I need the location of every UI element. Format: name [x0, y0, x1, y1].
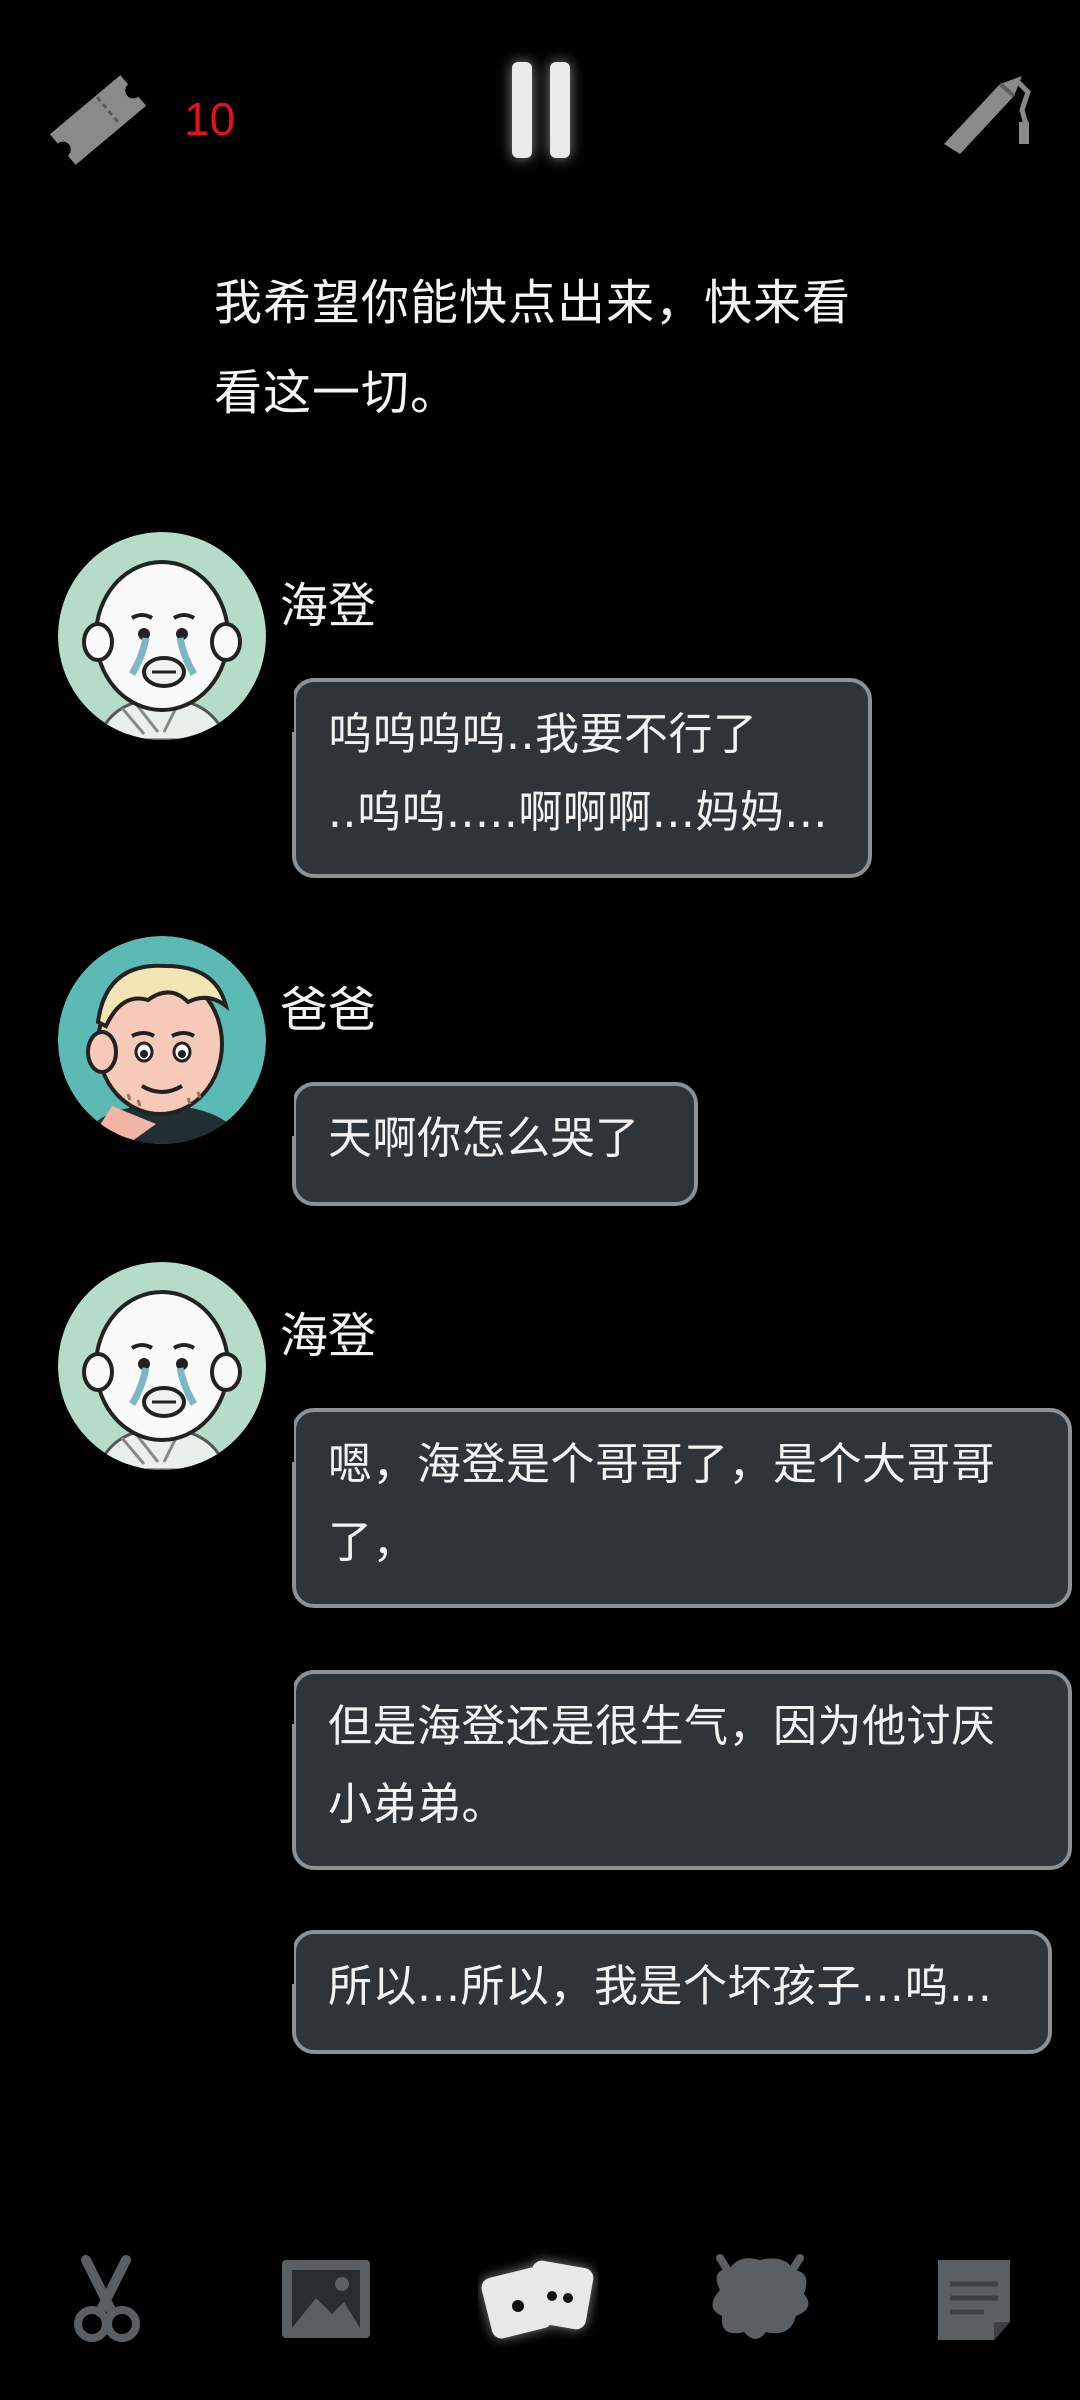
pause-icon [512, 62, 532, 158]
message-bubble[interactable]: 所以...所以，我是个坏孩子...呜... [286, 1930, 1052, 2054]
narration-text: 我希望你能快点出来，快来看 看这一切。 [214, 258, 934, 438]
message-bubble[interactable]: 但是海登还是很生气，因为他讨厌 小弟弟。 [286, 1670, 1072, 1870]
avatar-haideng[interactable] [58, 532, 266, 740]
bottom-nav [0, 2240, 1080, 2360]
pause-button[interactable] [506, 62, 576, 158]
narration-line: 我希望你能快点出来，快来看 [214, 275, 852, 331]
chat-cards-icon [481, 2260, 594, 2339]
speaker-name: 海登 [280, 578, 377, 634]
message-line: 小弟弟。 [328, 1779, 506, 1830]
nav-scissors[interactable] [46, 2240, 166, 2360]
ticket-icon[interactable] [38, 60, 158, 180]
avatar-haideng[interactable] [58, 1262, 266, 1470]
nav-chat-cards[interactable] [478, 2240, 598, 2360]
ticket-count: 10 [184, 93, 236, 145]
message-line: 所以...所以，我是个坏孩子...呜... [328, 1961, 993, 2012]
narration-line: 看这一切。 [214, 365, 460, 421]
message-line: ..呜呜.....啊啊啊...妈妈... [328, 787, 828, 838]
message-line: 了， [328, 1517, 417, 1568]
game-screen: 10 我希望你能快点出来，快来看 看这一切。 海登 呜呜呜呜..我要不行了 ..… [0, 0, 1080, 2400]
nav-creature[interactable] [700, 2240, 820, 2360]
speaker-name: 爸爸 [280, 982, 377, 1038]
gallery-icon [282, 2260, 370, 2338]
document-icon [938, 2260, 1010, 2340]
scissors-icon [74, 2255, 140, 2342]
creature-icon [712, 2254, 809, 2339]
avatar-dad[interactable] [58, 936, 266, 1144]
tool-icon[interactable] [930, 66, 1040, 176]
speaker-name: 海登 [280, 1308, 377, 1364]
message-line: 天啊你怎么哭了 [328, 1113, 640, 1164]
message-bubble[interactable]: 天啊你怎么哭了 [286, 1082, 698, 1206]
message-bubble[interactable]: 呜呜呜呜..我要不行了 ..呜呜.....啊啊啊...妈妈... [286, 678, 872, 878]
message-line: 呜呜呜呜..我要不行了 [328, 709, 758, 760]
message-line: 嗯，海登是个哥哥了，是个大哥哥 [328, 1439, 996, 1490]
nav-gallery[interactable] [266, 2240, 386, 2360]
message-bubble[interactable]: 嗯，海登是个哥哥了，是个大哥哥 了， [286, 1408, 1072, 1608]
message-line: 但是海登还是很生气，因为他讨厌 [328, 1701, 996, 1752]
nav-document[interactable] [914, 2240, 1034, 2360]
